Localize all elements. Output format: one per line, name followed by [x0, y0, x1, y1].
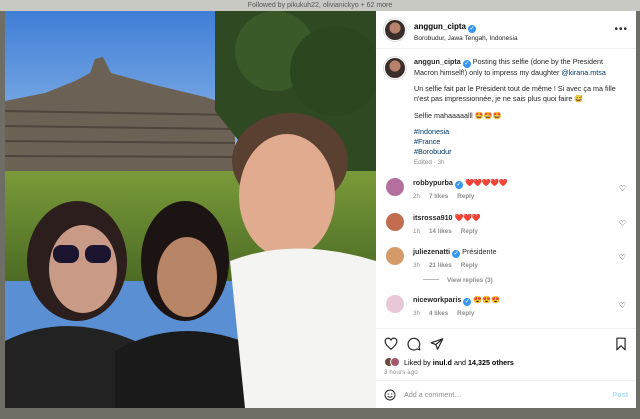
comment-age: 2h [413, 193, 421, 201]
reply-button[interactable]: Reply [457, 310, 474, 317]
comment-text: ❤️❤️❤️ [454, 212, 481, 222]
hashtag-link[interactable]: #France [414, 137, 628, 147]
verified-icon: ✓ [462, 60, 471, 68]
reply-button[interactable]: Reply [457, 193, 474, 200]
comment-input[interactable]: Add a comment… [404, 390, 612, 399]
caption-line-2: Un selfie fait par le Président tout de … [414, 84, 616, 104]
hashtag-link[interactable]: #Indonesia [414, 127, 628, 137]
comments-scroll[interactable]: anggun_cipta ✓ Posting this selfie (done … [376, 49, 636, 328]
comment-username[interactable]: niceworkparis [413, 295, 461, 304]
reply-button[interactable]: Reply [461, 262, 478, 269]
verified-icon: ✓ [468, 25, 477, 34]
post-location[interactable]: Borobudur, Jawa Tengah, Indonesia [414, 35, 518, 43]
smiley-icon[interactable] [384, 389, 396, 401]
post-header: anggun_cipta ✓ Borobudur, Jawa Tengah, In… [376, 11, 636, 49]
comment-likes[interactable]: 21 likes [429, 262, 452, 269]
comment-username[interactable]: juliezenatti [413, 247, 450, 256]
comment-likes[interactable]: 4 likes [429, 310, 448, 317]
hashtag-link[interactable]: #Borobudur [414, 147, 628, 157]
verified-icon: ✓ [463, 297, 472, 306]
comment-heart-icon[interactable]: ♡ [619, 219, 626, 228]
caption-line-3: Selfie mahaaaaalll 🤩🤩🤩 [414, 110, 502, 120]
add-comment-bar: Add a comment… Post [376, 380, 636, 408]
comment-likes[interactable]: 14 likes [429, 228, 452, 235]
comment-icon[interactable] [407, 337, 421, 351]
comment-heart-icon[interactable]: ♡ [619, 253, 626, 262]
heart-icon[interactable] [384, 337, 398, 351]
post-panel: anggun_cipta ✓ Borobudur, Jawa Tengah, In… [376, 11, 636, 408]
comment-item: niceworkparis ✓ 😍😍😍 3h 4 likes Reply ♡ [384, 294, 628, 318]
selfie-image [5, 11, 376, 408]
comment-age: 3h [413, 309, 421, 317]
commenter-avatar[interactable] [386, 178, 404, 197]
comment-username[interactable]: itsrossa910 [413, 213, 453, 222]
comment-text: Présidente [462, 247, 497, 257]
liked-by: Liked by inul.d and 14,325 others [384, 357, 628, 367]
verified-icon: ✓ [452, 250, 461, 259]
caption-avatar[interactable] [384, 57, 406, 79]
liked-by-others[interactable]: 14,325 others [468, 358, 514, 367]
author-avatar[interactable] [384, 18, 406, 41]
comment-heart-icon[interactable]: ♡ [619, 301, 626, 310]
commenter-avatar[interactable] [386, 247, 404, 266]
view-replies-button[interactable]: View replies (3) [423, 277, 628, 284]
commenter-avatar[interactable] [386, 212, 404, 231]
caption: anggun_cipta ✓ Posting this selfie (done … [384, 57, 628, 167]
comment-item: itsrossa910 ❤️❤️❤️ 1h 14 likes Reply ♡ [384, 212, 628, 236]
action-bar: Liked by inul.d and 14,325 others 3 hour… [376, 328, 636, 380]
caption-mention-link[interactable]: @kirana.mtsa [561, 68, 605, 77]
followed-by-text: Followed by pikukuh22, olivianickyo + 62… [247, 2, 393, 9]
comment-item: juliezenatti ✓ Présidente 3h 21 likes Reply… [384, 247, 628, 270]
comment-text: 😍😍😍 [473, 294, 501, 304]
verified-icon: ✓ [454, 181, 463, 190]
reply-button[interactable]: Reply [461, 228, 478, 235]
liked-by-prefix: Liked by [404, 357, 431, 367]
send-icon[interactable] [430, 337, 444, 351]
comment-age: 3h [413, 262, 421, 270]
post-time: 3 hours ago [384, 370, 418, 376]
liked-by-and: and [453, 357, 466, 367]
bookmark-icon[interactable] [614, 337, 628, 351]
comment-username[interactable]: robbypurba [413, 178, 453, 187]
comment-text: ❤️❤️❤️❤️❤️ [464, 178, 508, 188]
more-horizontal-icon[interactable]: ••• [614, 24, 628, 35]
comment-heart-icon[interactable]: ♡ [619, 184, 626, 193]
caption-meta: Edited · 3h [414, 158, 445, 166]
post-photo[interactable] [5, 11, 376, 408]
comment-age: 1h [413, 227, 421, 235]
comment-item: robbypurba ✓ ❤️❤️❤️❤️❤️ 2h 7 likes Reply ♡ [384, 178, 628, 201]
comment-likes[interactable]: 7 likes [429, 193, 448, 200]
caption-username[interactable]: anggun_cipta [414, 57, 461, 66]
liker-avatar [390, 357, 400, 367]
commenter-avatar[interactable] [386, 294, 404, 313]
author-username[interactable]: anggun_cipta [414, 22, 466, 31]
post-button[interactable]: Post [612, 390, 628, 399]
liked-by-user[interactable]: inul.d [433, 358, 452, 367]
